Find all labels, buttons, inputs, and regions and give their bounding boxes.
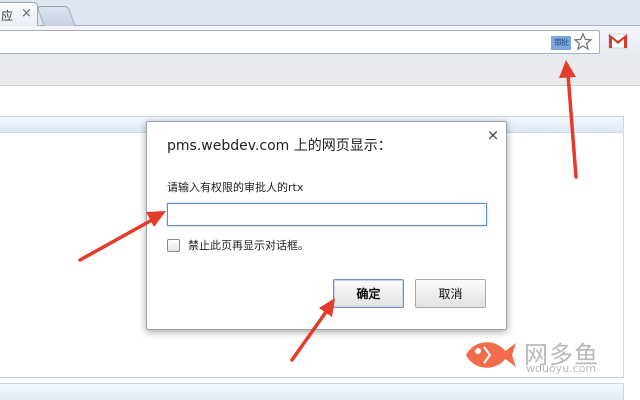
dialog-title: pms.webdev.com 上的网页显示：: [167, 138, 392, 154]
tab-title: 应: [1, 9, 14, 23]
bottom-panel-header: [0, 383, 624, 400]
gmail-icon[interactable]: [608, 32, 628, 50]
tab-close-icon[interactable]: ×: [21, 6, 32, 22]
address-bar[interactable]: 审批: [0, 30, 600, 54]
dialog-message: 请输入有权限的审批人的rtx: [167, 181, 304, 194]
dialog-close-icon[interactable]: ×: [485, 127, 501, 143]
prompt-dialog: pms.webdev.com 上的网页显示： × 请输入有权限的审批人的rtx …: [146, 121, 507, 330]
fish-logo-icon: [466, 342, 516, 368]
watermark-url: wduoyu.com: [526, 362, 597, 375]
bookmark-star-icon[interactable]: [573, 32, 593, 52]
cancel-button[interactable]: 取消: [415, 279, 486, 308]
browser-toolbar: 审批: [0, 26, 640, 58]
approver-rtx-input[interactable]: [167, 203, 487, 226]
approval-extension-icon[interactable]: 审批: [551, 36, 571, 50]
tab-strip: 应 ×: [0, 0, 640, 26]
bookmark-bar: [0, 58, 640, 86]
suppress-dialogs-label[interactable]: 禁止此页再显示对话框。: [188, 237, 309, 253]
suppress-dialogs-option[interactable]: 禁止此页再显示对话框。: [167, 237, 309, 253]
ok-button[interactable]: 确定: [333, 279, 404, 308]
suppress-dialogs-checkbox[interactable]: [167, 238, 180, 252]
new-tab-button[interactable]: [36, 6, 76, 26]
browser-tab[interactable]: 应 ×: [0, 2, 38, 26]
